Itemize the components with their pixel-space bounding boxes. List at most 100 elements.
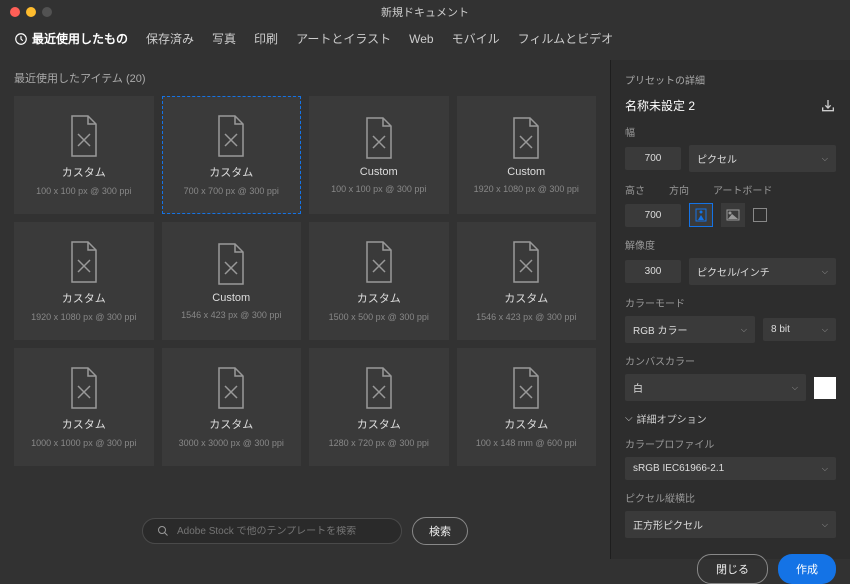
tab-label: 印刷 (254, 30, 278, 47)
search-bar: 検索 (14, 503, 596, 559)
pixel-aspect-label: ピクセル縦横比 (625, 490, 836, 505)
preset-card[interactable]: カスタム3000 x 3000 px @ 300 ppi (162, 348, 302, 466)
tab-6[interactable]: モバイル (452, 30, 500, 50)
preset-card-title: カスタム (209, 164, 253, 180)
tab-label: 写真 (212, 30, 236, 47)
window-title: 新規ドキュメント (0, 4, 850, 20)
save-preset-icon[interactable] (820, 98, 836, 114)
document-icon (508, 240, 544, 284)
preset-card[interactable]: カスタム 100 x 100 px @ 300 ppi (14, 96, 154, 214)
document-icon (361, 116, 397, 160)
document-icon (508, 366, 544, 410)
preset-card-sub: 700 x 700 px @ 300 ppi (184, 186, 279, 196)
tab-label: フィルムとビデオ (518, 30, 614, 47)
tab-2[interactable]: 写真 (212, 30, 236, 50)
preset-card-title: Custom (212, 292, 250, 304)
preset-card[interactable]: カスタム 1500 x 500 px @ 300 ppi (309, 222, 449, 340)
preset-name[interactable]: 名称未設定 2 (625, 97, 695, 114)
tab-label: 保存済み (146, 30, 194, 47)
preset-card-sub: 1500 x 500 px @ 300 ppi (329, 312, 429, 322)
search-go-button[interactable]: 検索 (412, 517, 468, 545)
portrait-icon (695, 208, 707, 222)
preset-card[interactable]: カスタム1000 x 1000 px @ 300 ppi (14, 348, 154, 466)
chevron-down-icon: ⌵ (741, 325, 747, 335)
chevron-down-icon: ⌵ (792, 383, 798, 393)
search-field-wrap[interactable] (142, 518, 402, 544)
preset-grid: カスタム 100 x 100 px @ 300 ppi カスタム 700 x 700 … (14, 96, 596, 466)
color-profile-label: カラープロファイル (625, 436, 836, 451)
document-icon (508, 116, 544, 160)
background-swatch[interactable] (814, 377, 836, 399)
preset-card[interactable]: Custom1920 x 1080 px @ 300 ppi (457, 96, 597, 214)
resolution-unit-select[interactable]: ピクセル/インチ⌵ (689, 258, 836, 285)
preset-card-title: カスタム (62, 416, 106, 432)
color-profile-select[interactable]: sRGB IEC61966-2.1⌵ (625, 457, 836, 480)
resolution-input[interactable] (625, 260, 681, 283)
tab-label: Web (409, 32, 433, 46)
preset-card-title: カスタム (504, 290, 548, 306)
tab-3[interactable]: 印刷 (254, 30, 278, 50)
preset-details-header: プリセットの詳細 (625, 72, 836, 87)
preset-card-sub: 100 x 100 px @ 300 ppi (331, 184, 426, 194)
preset-card-title: カスタム (62, 164, 106, 180)
recent-header: 最近使用したアイテム (20) (14, 70, 596, 86)
chevron-down-icon: ⌵ (822, 325, 828, 335)
unit-select[interactable]: ピクセル⌵ (689, 145, 836, 172)
tab-0[interactable]: 最近使用したもの (14, 30, 128, 50)
tab-7[interactable]: フィルムとビデオ (518, 30, 614, 50)
titlebar: 新規ドキュメント (0, 0, 850, 24)
width-input[interactable] (625, 147, 681, 170)
document-icon (213, 366, 249, 410)
chevron-down-icon: ⌵ (822, 154, 828, 164)
preset-card[interactable]: カスタム 1920 x 1080 px @ 300 ppi (14, 222, 154, 340)
preset-card-title: カスタム (357, 290, 401, 306)
preset-card-sub: 1280 x 720 px @ 300 ppi (329, 438, 429, 448)
document-icon (361, 240, 397, 284)
chevron-down-icon: ⌵ (822, 267, 828, 277)
search-icon (157, 525, 169, 537)
chevron-down-icon: ⌵ (822, 520, 828, 530)
category-tabs: 最近使用したもの 保存済み 写真 印刷 アートとイラスト Web モバイル フィルムとビデオ (0, 24, 850, 60)
artboard-checkbox[interactable] (753, 208, 767, 222)
tab-label: モバイル (452, 30, 500, 47)
color-mode-label: カラーモード (625, 295, 836, 310)
search-input[interactable] (177, 526, 387, 537)
preset-card-title: カスタム (504, 416, 548, 432)
preset-card-sub: 100 x 100 px @ 300 ppi (36, 186, 131, 196)
advanced-options-toggle[interactable]: ⌵ 詳細オプション (625, 411, 836, 426)
preset-card-sub: 3000 x 3000 px @ 300 ppi (179, 438, 284, 448)
recent-icon (14, 32, 28, 46)
preset-gallery: 最近使用したアイテム (20) カスタム 100 x 100 px @ 300 p… (0, 60, 610, 559)
document-icon (66, 114, 102, 158)
preset-card[interactable]: Custom 100 x 100 px @ 300 ppi (309, 96, 449, 214)
background-select[interactable]: 白⌵ (625, 374, 806, 401)
preset-card-title: Custom (507, 166, 545, 178)
preset-card[interactable]: カスタム100 x 148 mm @ 600 ppi (457, 348, 597, 466)
preset-card[interactable]: Custom 1546 x 423 px @ 300 ppi (162, 222, 302, 340)
preset-card-sub: 1546 x 423 px @ 300 ppi (181, 310, 281, 320)
height-label: 高さ (625, 182, 645, 197)
preset-card[interactable]: カスタム 700 x 700 px @ 300 ppi (162, 96, 302, 214)
orientation-landscape-button[interactable] (721, 203, 745, 227)
chevron-down-icon: ⌵ (625, 413, 633, 424)
artboard-label: アートボード (713, 182, 772, 197)
height-input[interactable] (625, 204, 681, 227)
tab-5[interactable]: Web (409, 32, 433, 49)
preset-card-title: Custom (360, 166, 398, 178)
bit-depth-select[interactable]: 8 bit⌵ (763, 318, 836, 341)
document-icon (213, 114, 249, 158)
document-icon (361, 366, 397, 410)
tab-label: アートとイラスト (296, 30, 391, 47)
preset-card[interactable]: カスタム 1280 x 720 px @ 300 ppi (309, 348, 449, 466)
preset-card-title: カスタム (62, 290, 106, 306)
preset-card-sub: 1920 x 1080 px @ 300 ppi (31, 312, 136, 322)
width-label: 幅 (625, 124, 836, 139)
tab-4[interactable]: アートとイラスト (296, 30, 391, 50)
preset-card[interactable]: カスタム1546 x 423 px @ 300 ppi (457, 222, 597, 340)
orientation-portrait-button[interactable] (689, 203, 713, 227)
pixel-aspect-select[interactable]: 正方形ピクセル⌵ (625, 511, 836, 538)
tab-1[interactable]: 保存済み (146, 30, 194, 50)
preset-card-title: カスタム (357, 416, 401, 432)
color-mode-select[interactable]: RGB カラー⌵ (625, 316, 755, 343)
chevron-down-icon: ⌵ (822, 464, 828, 474)
